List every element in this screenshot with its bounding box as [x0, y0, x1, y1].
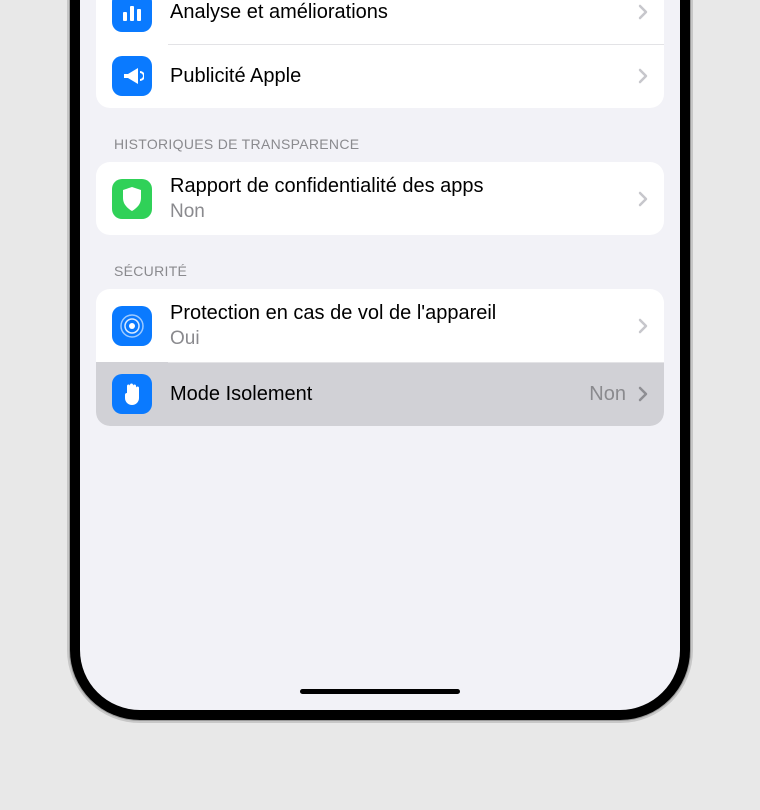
row-mode-isolement[interactable]: Mode Isolement Non	[96, 362, 664, 426]
section-header-security: SÉCURITÉ	[96, 263, 664, 289]
row-label: Protection en cas de vol de l'appareil	[170, 301, 634, 326]
chart-icon	[112, 0, 152, 32]
settings-group-transparency: Rapport de confidentialité des apps Non	[96, 162, 664, 235]
row-sublabel: Non	[170, 201, 634, 223]
row-label: Publicité Apple	[170, 64, 634, 89]
row-sublabel: Oui	[170, 328, 634, 350]
shield-icon	[112, 179, 152, 219]
phone-frame: Analyse et améliorations Publicité Apple	[70, 0, 690, 720]
megaphone-icon	[112, 56, 152, 96]
section-header-transparency: HISTORIQUES DE TRANSPARENCE	[96, 136, 664, 162]
row-analyse-ameliorations[interactable]: Analyse et améliorations	[96, 0, 664, 44]
row-label: Mode Isolement	[170, 382, 589, 407]
settings-group-top: Analyse et améliorations Publicité Apple	[96, 0, 664, 108]
section-transparency: HISTORIQUES DE TRANSPARENCE Rapport de c…	[96, 136, 664, 235]
chevron-right-icon	[638, 4, 648, 20]
row-protection-vol[interactable]: Protection en cas de vol de l'appareil O…	[96, 289, 664, 362]
row-label: Rapport de confidentialité des apps	[170, 174, 634, 199]
home-indicator[interactable]	[300, 689, 460, 694]
chevron-right-icon	[638, 68, 648, 84]
settings-group-security: Protection en cas de vol de l'appareil O…	[96, 289, 664, 426]
row-rapport-confidentialite[interactable]: Rapport de confidentialité des apps Non	[96, 162, 664, 235]
chevron-right-icon	[638, 386, 648, 402]
chevron-right-icon	[638, 318, 648, 334]
row-detail: Non	[589, 383, 626, 406]
hand-icon	[112, 374, 152, 414]
row-publicite-apple[interactable]: Publicité Apple	[96, 44, 664, 108]
ripple-icon	[112, 306, 152, 346]
chevron-right-icon	[638, 191, 648, 207]
screen: Analyse et améliorations Publicité Apple	[80, 0, 680, 710]
row-label: Analyse et améliorations	[170, 0, 634, 25]
section-security: SÉCURITÉ Protection en cas de vol de l'a…	[96, 263, 664, 426]
